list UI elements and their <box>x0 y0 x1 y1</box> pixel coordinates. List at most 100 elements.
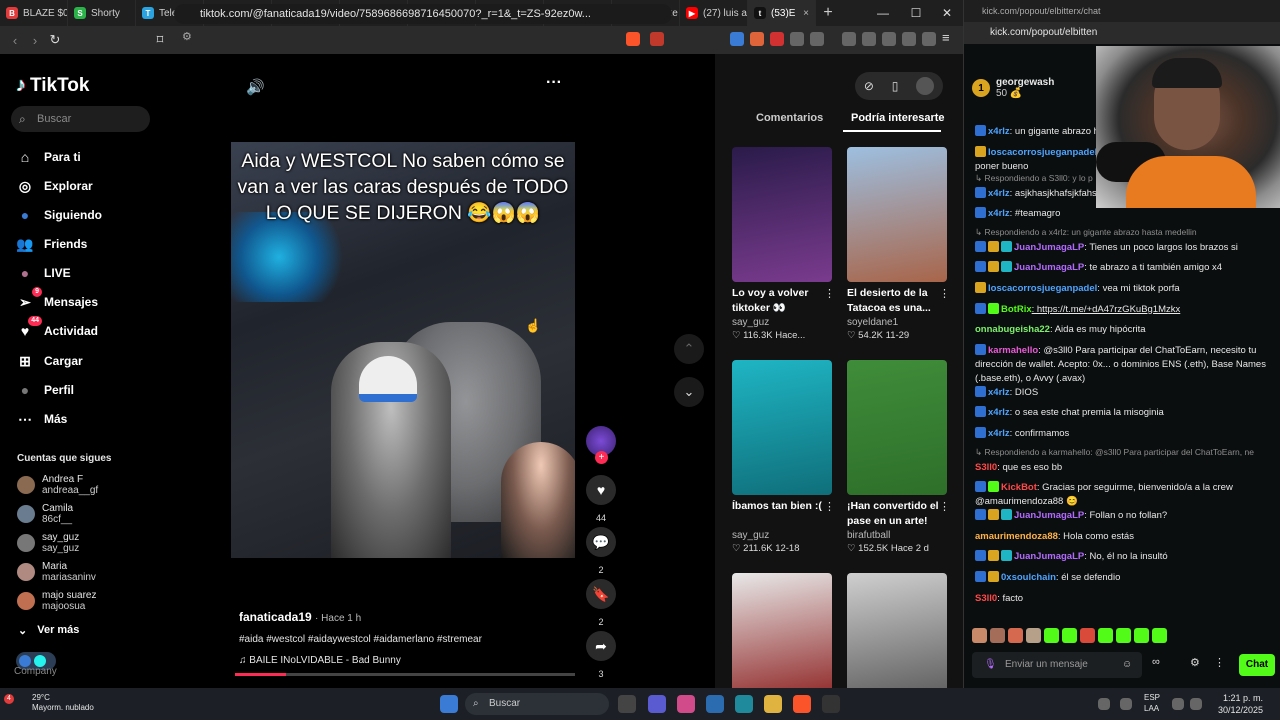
chat-username[interactable]: KickBot <box>1001 482 1037 493</box>
emote-icon[interactable] <box>972 628 987 643</box>
back-icon[interactable]: ‹ <box>5 33 25 48</box>
video-thumbnail[interactable] <box>847 360 947 495</box>
brave-rewards-icon[interactable] <box>650 32 664 46</box>
more-icon[interactable]: ⋮ <box>1214 656 1225 669</box>
url-field[interactable]: tiktok.com/@fanaticada19/video/758968669… <box>174 4 672 24</box>
site-settings-icon[interactable]: ⚙ <box>182 30 192 43</box>
media-icon[interactable] <box>842 32 856 46</box>
nav-perfil[interactable]: ● Perfil <box>16 379 74 401</box>
chat-username[interactable]: x4rlz <box>988 126 1010 137</box>
card-more-icon[interactable]: ⋮ <box>939 500 950 513</box>
tiktok-logo[interactable]: ♪ TikTok <box>16 74 89 97</box>
chat-username[interactable]: 0xsoulchain <box>1001 572 1056 583</box>
nav-mensajes[interactable]: ➢ 9 Mensajes <box>16 287 98 313</box>
chat-username[interactable]: loscacorrosjueganpadel <box>988 147 1097 158</box>
device-icon[interactable]: ▯ <box>892 79 899 93</box>
tab-suggested[interactable]: Podría interesarte <box>851 112 945 124</box>
chat-username[interactable]: karmahello <box>988 345 1038 356</box>
share-icon[interactable]: ➦ <box>586 631 616 661</box>
maximize-button[interactable]: ☐ <box>900 0 932 26</box>
infinity-icon[interactable]: ∞ <box>1152 656 1160 668</box>
chat-input[interactable]: 🎙 Enviar un mensaje ☺ <box>972 652 1142 678</box>
video-thumbnail[interactable] <box>847 147 947 282</box>
task-view-icon[interactable] <box>618 695 636 713</box>
next-video-button[interactable]: ⌄ <box>674 377 704 407</box>
chat-username[interactable]: JuanJumagaLP <box>1014 510 1084 521</box>
emote-icon[interactable] <box>1026 628 1041 643</box>
emote-icon[interactable] <box>1062 628 1077 643</box>
suggested-video-card[interactable]: ¡Han convertido el pase en un arte! biraf… <box>847 360 950 554</box>
store-icon[interactable] <box>706 695 724 713</box>
chat-send-button[interactable]: Chat <box>1239 654 1275 676</box>
wallet-icon[interactable] <box>882 32 896 46</box>
emote-icon[interactable] <box>1008 628 1023 643</box>
following-account[interactable]: Andrea Fandreaa__gf <box>17 474 98 496</box>
chat-username[interactable]: JuanJumagaLP <box>1014 242 1084 253</box>
tab-close-icon[interactable]: × <box>803 8 809 19</box>
nav-live[interactable]: ● LIVE <box>16 262 71 284</box>
video-thumbnail[interactable] <box>732 360 832 495</box>
nav-explorar[interactable]: ◎ Explorar <box>16 175 93 197</box>
extension-icon[interactable] <box>810 32 824 46</box>
new-tab-button[interactable]: + <box>816 4 840 22</box>
brave-shield-icon[interactable] <box>626 32 640 46</box>
chat-username[interactable]: onnabugeisha22 <box>975 324 1050 335</box>
browser-tab[interactable]: t (53)E × <box>748 0 816 26</box>
menu-icon[interactable]: ≡ <box>942 30 950 45</box>
extensions-puzzle-icon[interactable] <box>790 32 804 46</box>
bookmark-icon[interactable]: ⌑ <box>150 32 170 48</box>
chat-username[interactable]: S3ll0 <box>975 593 997 604</box>
suggested-video-card[interactable]: El desierto de la Tatacoa es una... soyel… <box>847 147 950 341</box>
browser-tab[interactable]: B BLAZE $0 <box>0 0 68 26</box>
following-account[interactable]: majo suarez majoosua <box>17 590 96 612</box>
music-link[interactable]: ♫ BAILE INoLVIDABLE - Bad Bunny <box>239 655 401 666</box>
chat-username[interactable]: x4rlz <box>988 208 1010 219</box>
chat-username[interactable]: amaurimendoza88 <box>975 531 1058 542</box>
nav-actividad[interactable]: ♥ 44 Actividad <box>16 316 98 342</box>
follow-plus-icon[interactable]: + <box>595 451 608 464</box>
emote-icon[interactable] <box>1134 628 1149 643</box>
nav-para-ti[interactable]: ⌂ Para ti <box>16 146 81 168</box>
emote-icon[interactable] <box>1044 628 1059 643</box>
clock[interactable]: 1:21 p. m. 30/12/2025 <box>1213 692 1263 716</box>
emoji-icon[interactable]: ☺ <box>1122 652 1132 678</box>
emote-icon[interactable] <box>1098 628 1113 643</box>
kick-url-field[interactable]: kick.com/popout/elbitten <box>964 22 1280 44</box>
edge-icon[interactable] <box>735 695 753 713</box>
following-account[interactable]: Camila 86cf__ <box>17 503 73 525</box>
chat-username[interactable]: loscacorrosjueganpadel <box>988 283 1097 294</box>
settings-icon[interactable]: ⚙ <box>1190 656 1200 669</box>
card-more-icon[interactable]: ⋮ <box>939 287 950 300</box>
volume-icon[interactable] <box>1190 698 1202 710</box>
suggested-video-card[interactable]: Lo voy a volver tiktoker 👀 say_guz ♡ 116.3… <box>732 147 835 341</box>
file-explorer-icon[interactable] <box>764 695 782 713</box>
like-icon[interactable]: ♥ <box>586 475 616 505</box>
see-more-link[interactable]: ⌄ Ver más <box>18 619 79 641</box>
chat-username[interactable]: JuanJumagaLP <box>1014 551 1084 562</box>
start-icon[interactable] <box>440 695 458 713</box>
language-indicator[interactable]: ESP LAA <box>1144 692 1160 714</box>
hashtags[interactable]: #aida #westcol #aidaywestcol #aidamerlan… <box>239 634 482 645</box>
minimize-button[interactable]: — <box>867 0 899 26</box>
tray-icon[interactable] <box>1098 698 1110 710</box>
chat-username[interactable]: S3ll0 <box>975 462 997 473</box>
compass-icon[interactable]: ⊘ <box>864 79 874 93</box>
emote-icon[interactable] <box>1080 628 1095 643</box>
card-author[interactable]: birafutball <box>847 530 947 541</box>
emote-icon[interactable] <box>1152 628 1167 643</box>
chat-username[interactable]: x4rlz <box>988 387 1010 398</box>
reload-icon[interactable]: ↻ <box>45 32 65 48</box>
company-link[interactable]: Company <box>14 666 57 677</box>
leo-icon[interactable] <box>902 32 916 46</box>
suggested-video-card[interactable]: Íbamos tan bien :(say_guz ♡ 211.6K 12-18 ⋮ <box>732 360 835 554</box>
tab-comments[interactable]: Comentarios <box>756 112 823 124</box>
nav-siguiendo[interactable]: ● Siguiendo <box>16 204 102 226</box>
extension-icon[interactable] <box>750 32 764 46</box>
weather-widget[interactable]: 29°C Mayorm. nublado <box>18 693 94 713</box>
nav-friends[interactable]: 👥 Friends <box>16 233 87 255</box>
card-author[interactable]: say_guz <box>732 317 832 328</box>
emote-icon[interactable] <box>990 628 1005 643</box>
close-window-button[interactable]: ✕ <box>931 0 963 26</box>
browser-tab[interactable]: S Shorty <box>68 0 136 26</box>
nav-cargar[interactable]: ⊞ Cargar <box>16 350 83 372</box>
